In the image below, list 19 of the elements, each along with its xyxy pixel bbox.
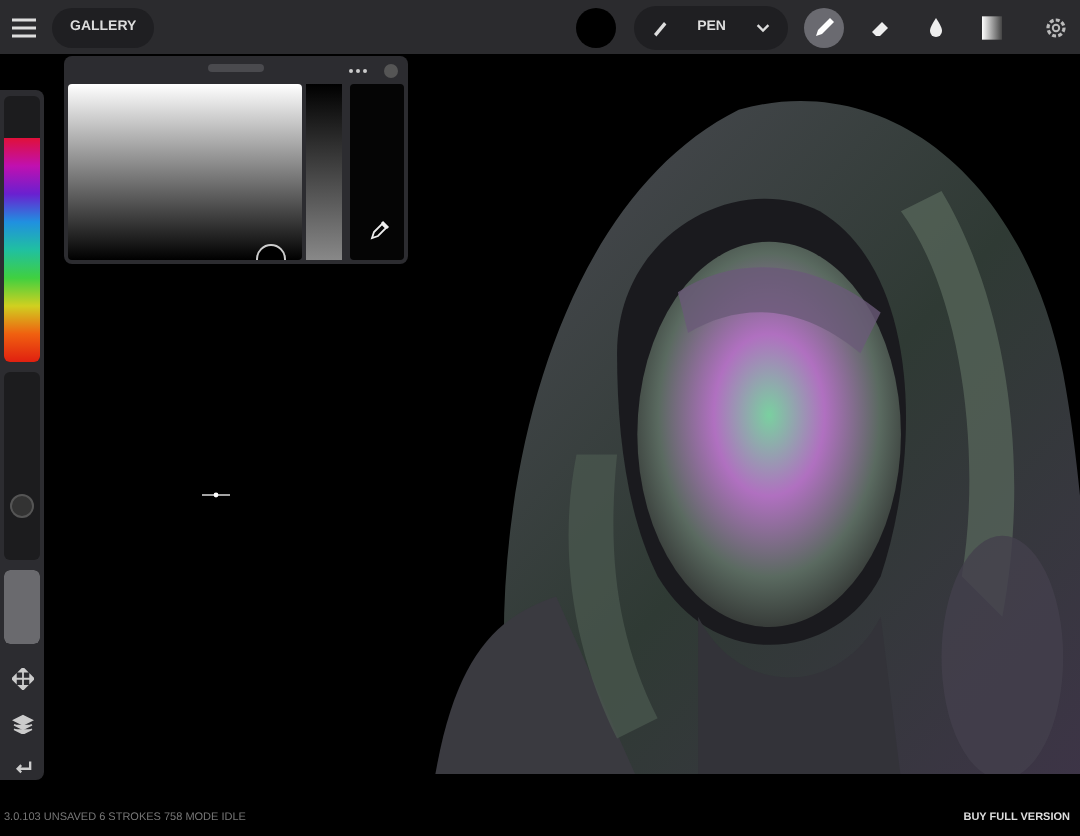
drop-icon [924,15,948,39]
opacity-slider[interactable] [4,569,40,644]
more-icon[interactable] [348,67,368,73]
chevron-icon[interactable] [754,18,772,36]
brush-icon [649,17,670,37]
layers-icon[interactable] [11,713,33,735]
settings-icon[interactable] [1044,15,1068,39]
pen-icon [812,15,836,39]
crosshair-icon [202,490,230,500]
hue-slider[interactable] [4,138,40,362]
saturation-value-field[interactable] [68,84,302,260]
size-slider[interactable] [4,371,40,560]
pen-tool[interactable] [804,7,844,47]
color-swatch[interactable] [575,7,616,47]
move-icon[interactable] [11,667,33,690]
gradient-icon [982,13,1002,41]
size-thumb[interactable] [10,494,34,519]
eyedropper-icon[interactable] [370,220,390,240]
menu-icon[interactable] [12,17,36,37]
